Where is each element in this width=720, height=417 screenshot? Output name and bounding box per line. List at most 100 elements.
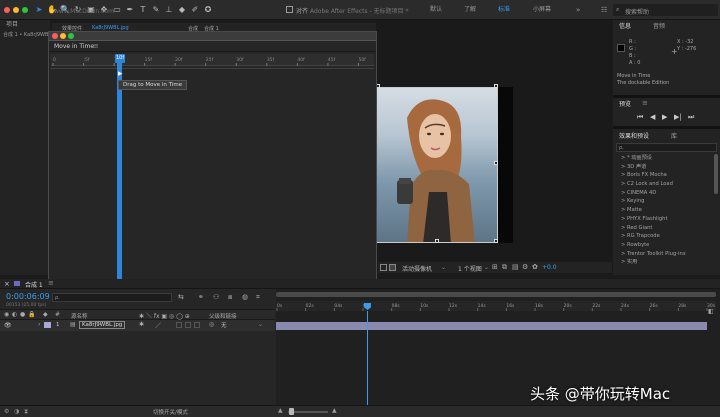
close-window-button[interactable] [4,7,10,13]
workspace-default[interactable]: 默认 [430,0,442,20]
effects-category[interactable]: > 实用 [613,258,720,267]
timeline-menu-icon[interactable]: ≡ [48,279,54,287]
layer-switch-box[interactable] [194,322,200,328]
type-tool-icon[interactable]: T [138,5,148,15]
effects-category[interactable]: > C2 Lock and Load [613,180,720,189]
toggle-switches-modes[interactable]: 切换开关/模式 [153,408,188,416]
effects-category[interactable]: > * 动画预设 [613,154,720,163]
zoom-window-button[interactable] [22,7,28,13]
layer-switch-box[interactable] [185,322,191,328]
effects-search-input[interactable]: ρ. [616,143,717,152]
expand-layer-icon[interactable]: › [38,321,40,328]
pin-tool-icon[interactable]: ✪ [203,5,213,15]
effects-category[interactable]: > Red Giant [613,224,720,233]
parent-dropdown-icon[interactable]: ⌄ [258,321,263,328]
transparency-grid-icon[interactable] [389,264,396,271]
toggle-pixel-aspect-icon[interactable]: ⊞ [492,263,498,271]
window-zoom-button[interactable] [68,33,74,39]
region-of-interest-icon[interactable] [380,264,387,271]
library-tab[interactable]: 库 [671,131,677,140]
effects-tab[interactable]: 效果和预设 [619,131,649,140]
exposure-value[interactable]: +0.0 [542,264,557,271]
eraser-tool-icon[interactable]: ◆ [177,5,187,15]
first-frame-icon[interactable]: ⏮ [637,113,643,122]
timeline-icon[interactable]: ▤ [512,263,519,271]
time-ruler[interactable]: 0s02s04s06s08s10s12s14s16s18s20s22s24s26… [276,301,716,311]
effects-category[interactable]: > Rowbyte [613,241,720,250]
layer-switch-box[interactable] [176,322,182,328]
pen-tool-icon[interactable]: ✒ [125,5,135,15]
workspace-learn[interactable]: 了解 [464,0,476,20]
current-timecode[interactable]: 0:00:06:09 [6,292,50,301]
playhead-handle[interactable]: 10f [115,54,125,63]
reset-exposure-icon[interactable]: ✿ [532,263,538,271]
motion-blur-icon[interactable]: ◍ [242,293,248,301]
workspace-menu-icon[interactable]: ☷ [601,6,607,14]
info-tab[interactable]: 信息 [619,20,631,34]
audio-tab[interactable]: 音频 [653,20,665,34]
panel-menu-icon[interactable]: ≡ [93,42,99,50]
zoom-slider-thumb[interactable] [289,408,294,415]
effects-category[interactable]: > 3D 声道 [613,163,720,172]
preview-menu-icon[interactable]: ≡ [642,99,648,107]
effects-scrollbar[interactable] [714,154,718,194]
layer-row[interactable]: 👁 › 1 ▤ Ka8rJ9WBL.jpg ✱ ／ ◎ 无 ⌄ [0,320,275,331]
source-name-header[interactable]: 源名称 [71,312,88,320]
prev-frame-icon[interactable]: ◀ [650,113,655,121]
views-select[interactable]: 1 个视图 [458,264,482,273]
workspace-small-screen[interactable]: 小屏幕 [533,0,551,20]
camera-select[interactable]: 活动摄像机 [402,264,432,273]
transform-handle-br[interactable] [494,239,498,243]
transform-handle-tr[interactable] [494,84,498,88]
zoom-slider[interactable] [288,411,328,413]
workspace-standard[interactable]: 标准 [498,0,510,20]
more-workspaces-icon[interactable]: » [576,6,580,14]
views-dropdown-icon[interactable]: ⌄ [484,264,489,271]
project-tab[interactable]: 项目 [0,20,50,30]
toggle-panel-icon[interactable]: ⚙ [4,408,9,415]
layer-switch-collapse-icon[interactable]: ✱ [139,321,144,328]
minimize-window-button[interactable] [13,7,19,13]
timeline-zoom-icon[interactable]: ◧ [708,308,714,315]
zoom-in-icon[interactable]: ▲ [332,407,337,414]
transform-handle-b[interactable] [435,239,439,243]
parent-value[interactable]: 无 [221,321,227,329]
roto-tool-icon[interactable]: ✐ [190,5,200,15]
effects-category[interactable]: > RG Trapcode [613,232,720,241]
help-search-box[interactable]: ⌕ 搜索帮助 [613,4,718,16]
close-tab-icon[interactable]: × [4,280,10,288]
layer-switch-quality-icon[interactable]: ／ [155,321,161,330]
timeline-search-input[interactable]: ρ. [52,293,172,302]
layer-duration-bar[interactable] [276,322,707,330]
effects-category[interactable]: > Trentor Toolkit Plug-ins [613,250,720,259]
shy-layers-icon[interactable]: ⚇ [213,293,219,301]
draft-3d-icon[interactable]: ⚭ [198,293,204,301]
comp-flowchart-icon[interactable]: ⚙ [522,263,528,271]
comp-mini-flowchart-icon[interactable]: ⇆ [178,293,184,301]
clone-tool-icon[interactable]: ⊥ [164,5,174,15]
render-time-icon[interactable]: ◑ [14,408,19,415]
effects-category[interactable]: > Boris FX Mocha [613,171,720,180]
help-search-input[interactable]: 搜索帮助 [625,7,649,16]
graph-editor-icon[interactable]: ⌗ [256,293,260,302]
move-in-time-ruler[interactable]: 0:5f 10f 15f 20f 25f 30f 35f 40f 45f 50f [51,54,374,66]
effects-category[interactable]: > CINEMA 4D [613,189,720,198]
window-minimize-button[interactable] [60,33,66,39]
frame-blending-icon[interactable]: ⧈ [228,293,232,302]
parent-header[interactable]: 父级和链接 [209,312,237,320]
transform-handle-r[interactable] [494,161,498,165]
play-icon[interactable]: ▶ [662,113,667,121]
layer-label-color[interactable] [44,322,51,328]
selection-tool-icon[interactable]: ➤ [34,5,44,15]
brush-tool-icon[interactable]: ✎ [151,5,161,15]
last-frame-icon[interactable]: ⏭ [688,113,694,122]
effects-category[interactable]: > PHYX Flashlight [613,215,720,224]
layer-image[interactable] [376,87,498,243]
fast-preview-icon[interactable]: ⧉ [502,263,507,272]
move-in-time-titlebar[interactable] [49,32,376,41]
zoom-out-icon[interactable]: ▲ [278,407,283,414]
snap-checkbox[interactable] [286,6,293,13]
work-area-bar[interactable] [276,292,716,297]
next-frame-icon[interactable]: ▶| [674,113,682,121]
expand-switches-icon[interactable]: ⧗ [24,408,28,416]
